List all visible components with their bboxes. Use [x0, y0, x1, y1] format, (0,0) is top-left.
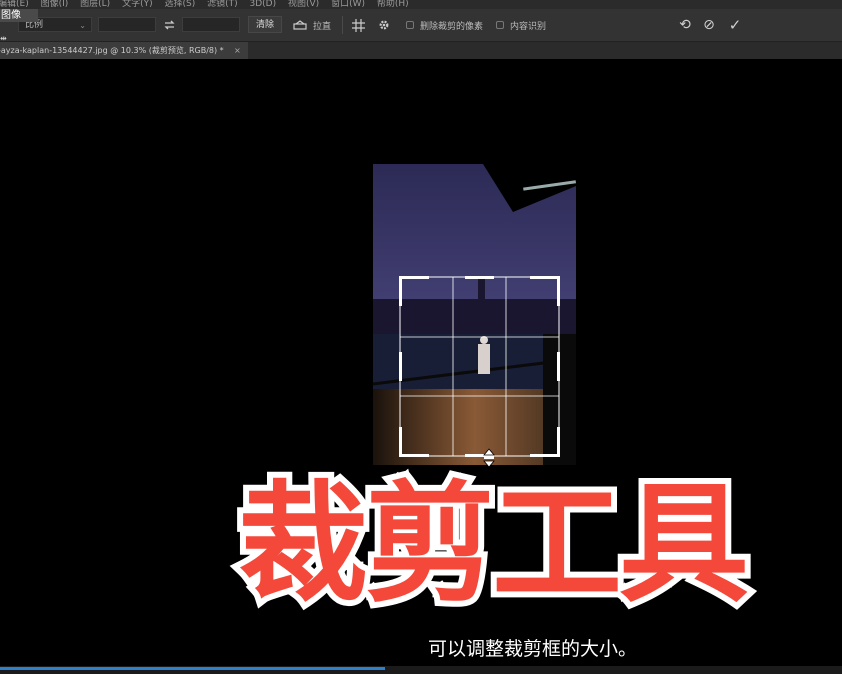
divider	[342, 16, 343, 34]
width-input[interactable]	[98, 17, 156, 32]
menu-layer[interactable]: 图层(L)	[80, 0, 110, 9]
delete-cropped-checkbox[interactable]	[406, 21, 414, 29]
content-aware-checkbox[interactable]	[496, 21, 504, 29]
menu-view[interactable]: 视图(V)	[288, 0, 319, 9]
menu-filter[interactable]: 滤镜(T)	[207, 0, 238, 9]
document-tab-bar: -ayza-kaplan-13544427.jpg @ 10.3% (裁剪预览,…	[0, 42, 842, 59]
tutorial-title: 裁剪工具	[232, 462, 755, 626]
options-bar: 比例 ⌄ 清除 拉直 删除裁剪的像素 内容识别 ⟲ ⊘ ✓	[0, 9, 842, 42]
menu-type[interactable]: 文字(Y)	[122, 0, 153, 9]
clear-button[interactable]: 清除	[248, 16, 282, 33]
crop-box[interactable]	[399, 276, 560, 457]
delete-cropped-label: 删除裁剪的像素	[420, 21, 484, 32]
straighten-icon[interactable]	[290, 9, 310, 41]
chevron-down-icon: ⌄	[79, 21, 86, 30]
tutorial-subtitle: 可以调整裁剪框的大小。	[428, 638, 638, 660]
content-aware-label: 内容识别	[510, 21, 547, 32]
close-icon[interactable]: ×	[234, 42, 241, 59]
menu-edit[interactable]: 编辑(E)	[0, 0, 29, 9]
straighten-label[interactable]: 拉直	[313, 9, 331, 41]
swap-icon[interactable]	[160, 9, 178, 41]
tool-corner-label: 图像	[0, 9, 38, 22]
cancel-icon[interactable]: ⊘	[700, 9, 718, 41]
menu-help[interactable]: 帮助(H)	[377, 0, 409, 9]
document-tab-title: -ayza-kaplan-13544427.jpg @ 10.3% (裁剪预览,…	[0, 46, 224, 55]
menu-image[interactable]: 图像(I)	[41, 0, 69, 9]
height-input[interactable]	[182, 17, 240, 32]
content-aware-option[interactable]: 内容识别	[496, 9, 546, 41]
progress-bar	[0, 667, 385, 670]
menu-bar: 编辑(E) 图像(I) 图层(L) 文字(Y) 选择(S) 滤镜(T) 3D(D…	[0, 0, 842, 9]
delete-cropped-option[interactable]: 删除裁剪的像素	[406, 9, 483, 41]
gear-icon[interactable]	[375, 9, 393, 41]
menu-window[interactable]: 窗口(W)	[331, 0, 365, 9]
menu-3d[interactable]: 3D(D)	[250, 0, 277, 9]
commit-icon[interactable]: ✓	[726, 9, 744, 41]
document-tab[interactable]: -ayza-kaplan-13544427.jpg @ 10.3% (裁剪预览,…	[0, 42, 248, 59]
menu-select[interactable]: 选择(S)	[164, 0, 195, 9]
grid-overlay-icon[interactable]	[349, 9, 367, 41]
reset-icon[interactable]: ⟲	[676, 9, 694, 41]
